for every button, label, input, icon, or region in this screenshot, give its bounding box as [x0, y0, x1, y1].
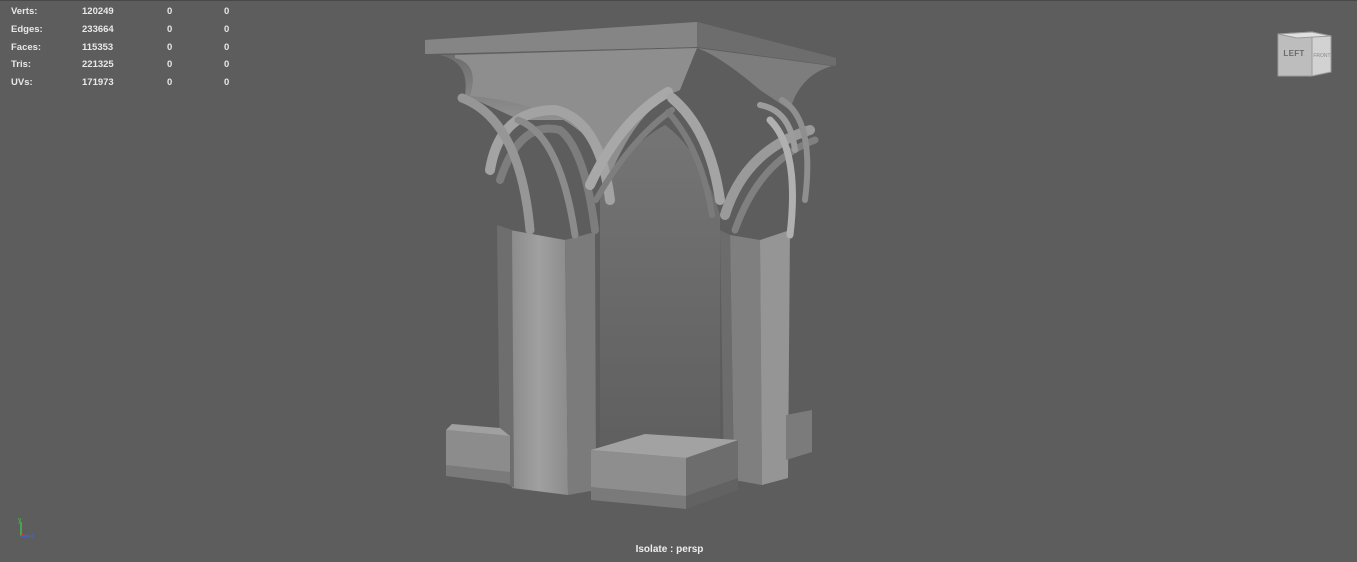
isolate-status: Isolate : persp — [0, 544, 1357, 555]
axis-gizmo: y z — [18, 517, 35, 540]
view-cube-side-label: FRONT — [1313, 53, 1330, 59]
z-axis-label: z — [31, 533, 35, 540]
view-cube-face-label: LEFT — [1283, 49, 1305, 58]
status-text: Isolate : persp — [635, 544, 704, 555]
left-column — [497, 225, 596, 495]
pillar-model[interactable] — [0, 0, 1357, 562]
maya-viewport[interactable]: Verts: 120249 0 0 Edges: 233664 0 0 Face… — [0, 0, 1357, 562]
y-axis-label: y — [18, 517, 22, 524]
